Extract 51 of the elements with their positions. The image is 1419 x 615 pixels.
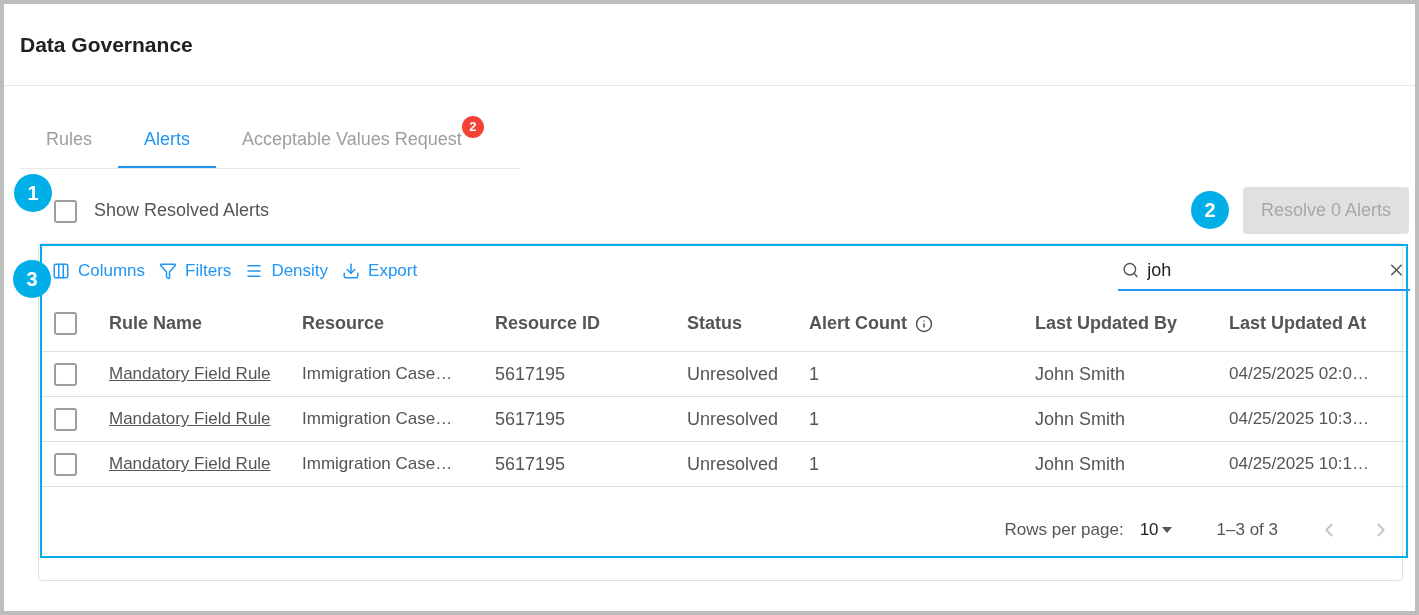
column-header[interactable]: Last Updated By [1035,310,1178,337]
info-icon [915,314,933,333]
step-marker: 3 [13,260,51,298]
page-range: 1–3 of 3 [1216,518,1278,541]
step-marker: 2 [1190,191,1229,229]
table-cell-text: 04/25/2025 10:3… [1228,408,1370,431]
rows-per-page-select[interactable]: 10 [1139,516,1173,543]
column-header[interactable]: Resource [302,310,385,337]
density-icon [245,262,264,280]
rule-link[interactable]: Mandatory Field Rule [94,361,287,387]
checkbox[interactable] [54,362,77,386]
table-cell-text: 1 [808,362,820,386]
search-field[interactable]: joh [1147,256,1380,284]
checkbox[interactable] [54,312,77,335]
table-cell-text: Unresolved [686,407,780,431]
tab[interactable]: Acceptable Values Request 2 [216,112,488,168]
download-icon [342,262,361,280]
checkbox-label: Show Resolved Alerts [94,198,270,222]
column-header[interactable]: Last Updated At [1229,310,1367,337]
checkbox[interactable] [54,200,77,223]
rule-link[interactable]: Mandatory Field Rule [94,451,287,477]
table-cell-text: Unresolved [686,362,780,386]
step-marker: 1 [14,174,52,212]
page-title: Data Governance [20,31,193,58]
rule-link[interactable]: Mandatory Field Rule [94,406,287,432]
table-cell-text: 5617195 [494,452,567,476]
column-header[interactable]: Alert Count [809,310,907,337]
column-header[interactable]: Resource ID [495,310,601,337]
table-cell-text: 5617195 [494,407,567,431]
filter-icon [159,262,178,280]
table-cell-text: Unresolved [686,452,780,476]
table-cell-text: 5617195 [494,362,567,386]
column-header[interactable]: Rule Name [109,310,203,337]
search-icon [1122,260,1140,280]
table-cell-text: Immigration Case… [301,363,454,386]
table-cell-text: John Smith [1034,407,1127,431]
table-cell-text: 1 [808,452,820,476]
checkbox[interactable] [54,407,77,431]
rows-per-page-label: Rows per page: [1004,518,1124,541]
table-cell-text: 04/25/2025 02:0… [1228,363,1370,386]
column-header[interactable]: Status [687,310,742,337]
table-cell-text: John Smith [1034,452,1127,476]
table-cell-text: Immigration Case… [301,408,454,431]
table-cell-text: 04/25/2025 10:1… [1228,453,1370,476]
table-cell-text: 1 [808,407,820,431]
caret-icon [1160,525,1173,534]
count-badge: 2 [461,116,484,138]
table-cell-text: John Smith [1034,362,1127,386]
columns-icon [52,262,70,280]
checkbox[interactable] [54,452,77,476]
table-cell-text: Immigration Case… [301,453,454,476]
